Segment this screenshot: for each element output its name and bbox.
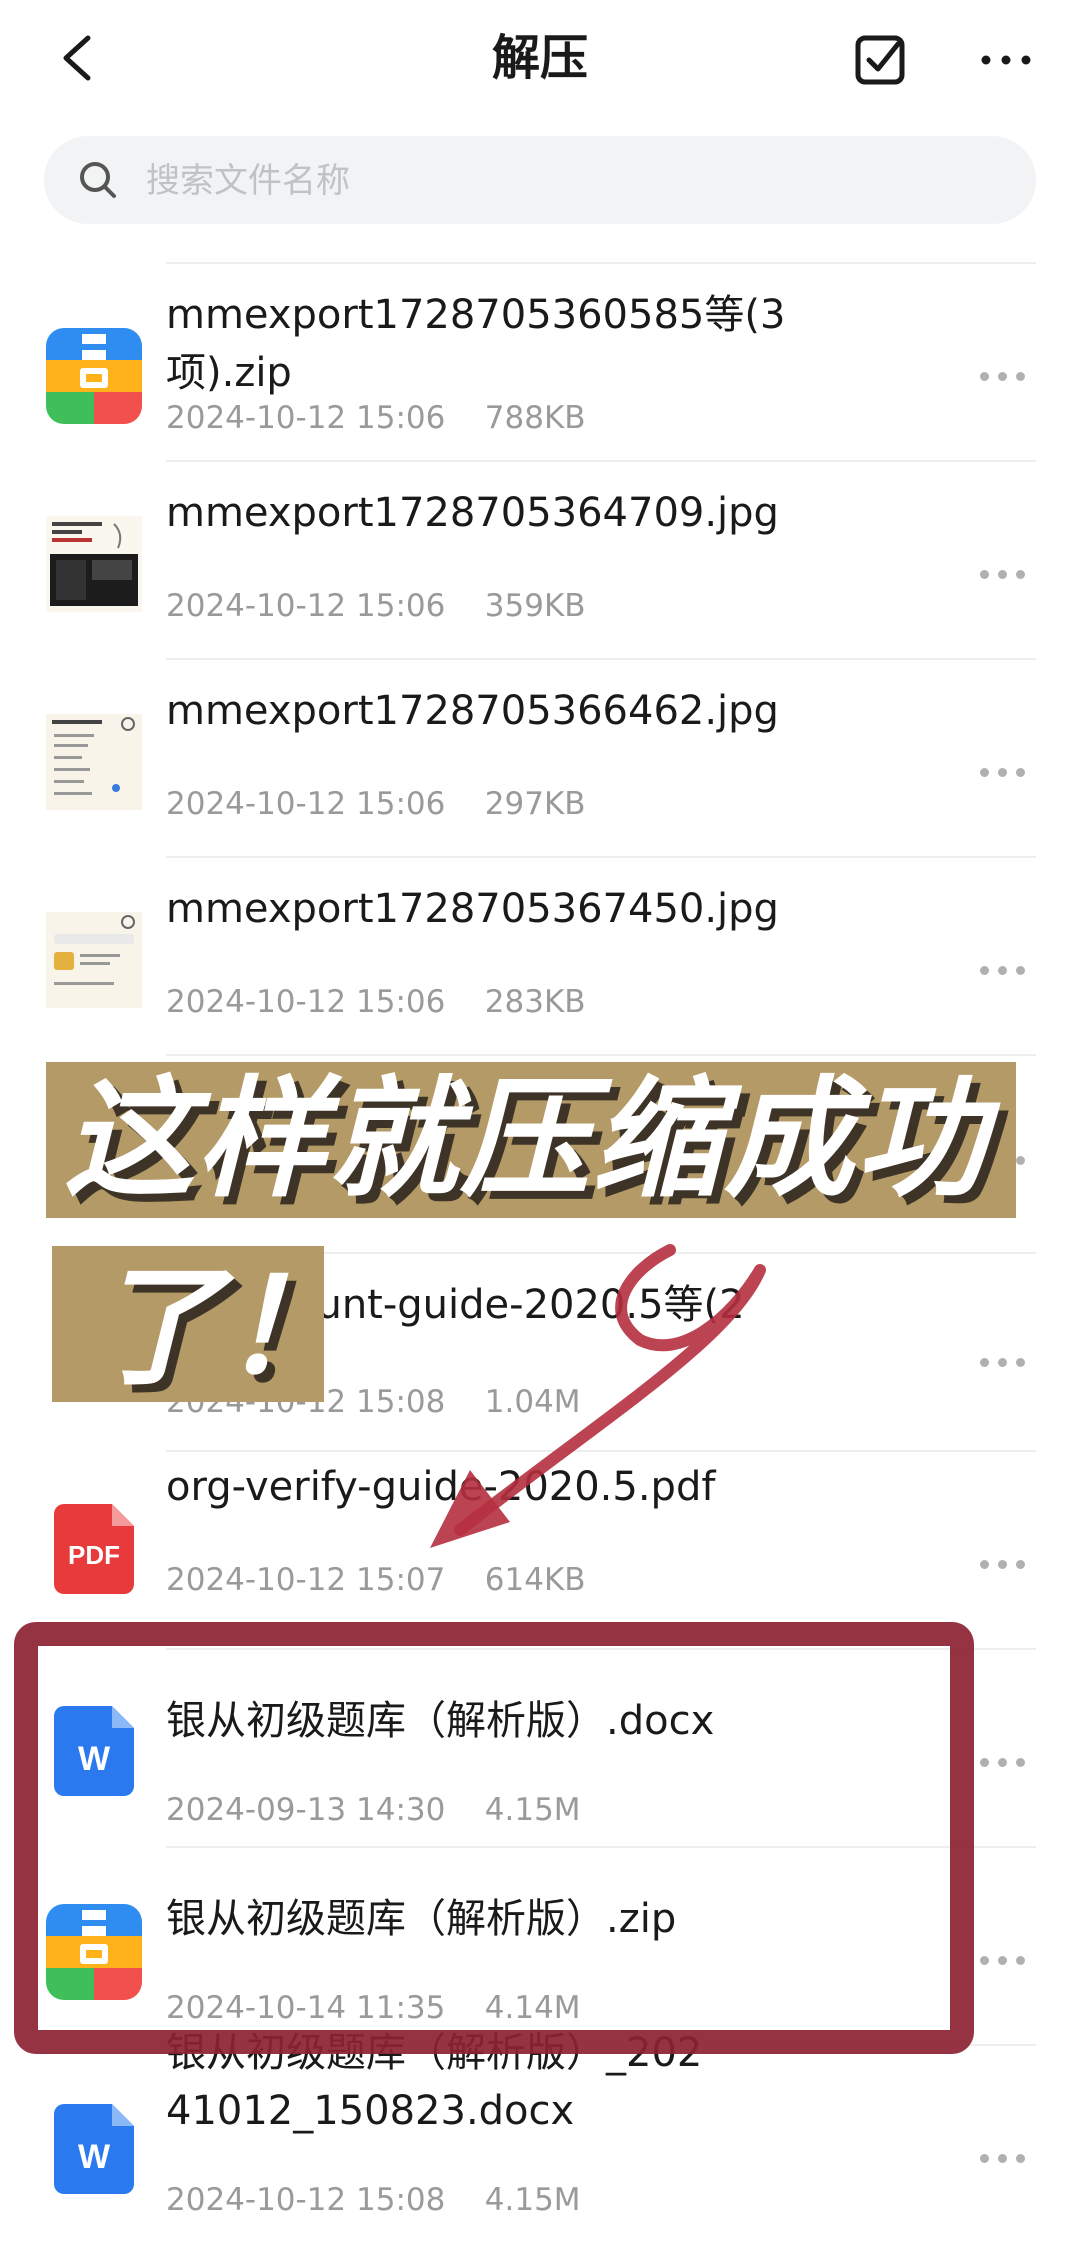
list-item[interactable]: W 银从初级题库（解析版）_20241012_150823.docx 2024-… bbox=[0, 2030, 1080, 2242]
file-meta: 2024-10-12 15:07 614KB bbox=[166, 1562, 586, 1598]
file-meta: 2024-10-12 15:08 4.15M bbox=[166, 2182, 581, 2218]
item-more-icon[interactable] bbox=[980, 1952, 1028, 1968]
caption-text-line1: 这样就压缩成功 bbox=[64, 1063, 989, 1215]
file-meta: 2024-10-12 15:06 297KB bbox=[166, 786, 586, 822]
annotation-arrow-icon bbox=[430, 1244, 766, 1548]
zip-archive-icon bbox=[46, 328, 142, 424]
page-title: 解压 bbox=[491, 30, 588, 86]
image-thumbnail bbox=[46, 714, 142, 810]
file-date: 2024-10-12 15:08 bbox=[166, 2182, 446, 2218]
file-meta: 2024-10-12 15:06 788KB bbox=[166, 400, 586, 436]
file-size: 283KB bbox=[484, 984, 586, 1020]
item-more-icon[interactable] bbox=[980, 566, 1028, 582]
item-more-icon[interactable] bbox=[980, 1556, 1028, 1572]
file-size: 359KB bbox=[484, 588, 586, 624]
multi-select-checkbox-icon[interactable] bbox=[852, 30, 912, 90]
item-more-icon[interactable] bbox=[980, 2150, 1028, 2166]
caption-text-line2: 了！ bbox=[92, 1251, 353, 1403]
more-options-icon[interactable] bbox=[976, 30, 1036, 90]
file-name: mmexport1728705367450.jpg bbox=[166, 886, 779, 932]
file-date: 2024-10-12 15:06 bbox=[166, 984, 446, 1020]
image-thumbnail bbox=[46, 912, 142, 1008]
file-date: 2024-10-12 15:07 bbox=[166, 1562, 446, 1598]
list-item[interactable]: mmexport1728705366462.jpg 2024-10-12 15:… bbox=[0, 658, 1080, 856]
file-date: 2024-10-12 15:06 bbox=[166, 588, 446, 624]
list-item[interactable]: mmexport1728705364709.jpg 2024-10-12 15:… bbox=[0, 460, 1080, 658]
item-more-icon[interactable] bbox=[980, 1754, 1028, 1770]
file-size: 297KB bbox=[484, 786, 586, 822]
highlight-frame bbox=[14, 1622, 974, 2054]
list-item[interactable]: mmexport1728705367450.jpg 2024-10-12 15:… bbox=[0, 856, 1080, 1054]
file-meta: 2024-10-12 15:06 283KB bbox=[166, 984, 586, 1020]
list-divider bbox=[166, 1054, 1036, 1056]
pdf-file-icon: PDF bbox=[54, 1504, 134, 1594]
word-icon-label: W bbox=[78, 2138, 111, 2176]
file-name: mmexport1728705366462.jpg bbox=[166, 688, 779, 734]
item-more-icon[interactable] bbox=[980, 962, 1028, 978]
pdf-icon-label: PDF bbox=[68, 1540, 120, 1570]
search-input[interactable] bbox=[144, 150, 1008, 212]
file-meta: 2024-10-12 15:06 359KB bbox=[166, 588, 586, 624]
search-icon bbox=[80, 162, 116, 198]
word-doc-icon: W bbox=[54, 2104, 134, 2194]
item-more-icon[interactable] bbox=[980, 368, 1028, 384]
file-name: mmexport1728705360585等(3项).zip bbox=[166, 292, 786, 396]
list-item[interactable]: mmexport1728705360585等(3项).zip 2024-10-1… bbox=[0, 262, 1080, 460]
image-thumbnail bbox=[46, 516, 142, 612]
search-bar[interactable] bbox=[44, 136, 1036, 224]
item-more-icon[interactable] bbox=[980, 1354, 1028, 1370]
file-size: 4.15M bbox=[484, 2182, 581, 2218]
file-name: mmexport1728705364709.jpg bbox=[166, 490, 779, 536]
file-date: 2024-10-12 15:06 bbox=[166, 786, 446, 822]
app-header: 解压 bbox=[0, 0, 1080, 120]
file-date: 2024-10-12 15:06 bbox=[166, 400, 446, 436]
item-more-icon[interactable] bbox=[980, 764, 1028, 780]
file-size: 788KB bbox=[484, 400, 586, 436]
file-size: 614KB bbox=[484, 1562, 586, 1598]
